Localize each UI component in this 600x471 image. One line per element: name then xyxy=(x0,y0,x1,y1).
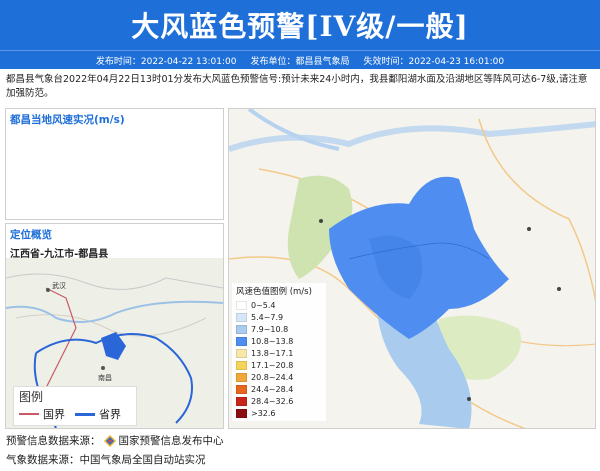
legend-label: 10.8~13.8 xyxy=(251,336,294,346)
legend-swatch xyxy=(236,348,247,358)
legend-label: 7.9~10.8 xyxy=(251,324,289,334)
legend-label: 28.4~32.6 xyxy=(251,396,294,406)
warning-source: 预警信息数据来源： 国家预警信息发布中心 xyxy=(6,433,224,448)
legend-item: 28.4~32.6 xyxy=(236,395,322,407)
legend-swatch xyxy=(236,396,247,406)
legend-swatch xyxy=(236,312,247,322)
legend-swatch xyxy=(236,336,247,346)
boundary-legend: 图例 国界 省界 xyxy=(13,386,137,426)
legend-label: 20.8~24.4 xyxy=(251,372,294,382)
legend-label: >32.6 xyxy=(251,408,276,418)
issue-time: 发布时间：2022-04-22 13:01:00 xyxy=(95,56,237,67)
boundary-legend-title: 图例 xyxy=(19,390,44,404)
title-banner: 大风蓝色预警[IV级/一般] xyxy=(0,0,600,50)
legend-item: 17.1~20.8 xyxy=(236,359,322,371)
national-border-label: 国界 xyxy=(43,408,65,421)
legend-label: 5.4~7.9 xyxy=(251,312,284,322)
warning-description: 都昌县气象台2022年04月22日13时01分发布大风蓝色预警信号:预计未来24… xyxy=(6,74,588,99)
legend-item: 24.4~28.4 xyxy=(236,383,322,395)
city-marker-wuhan xyxy=(46,288,50,292)
legend-item: 20.8~24.4 xyxy=(236,371,322,383)
map-label-wuhan: 武汉 xyxy=(52,281,66,290)
warning-source-value[interactable]: 国家预警信息发布中心 xyxy=(119,433,224,448)
wind-speed-title: 都昌当地风速实况(m/s) xyxy=(10,114,125,126)
legend-item: 5.4~7.9 xyxy=(236,311,322,323)
legend-item: 10.8~13.8 xyxy=(236,335,322,347)
legend-swatch xyxy=(236,408,247,418)
wind-speed-panel: 都昌当地风速实况(m/s) xyxy=(5,108,224,220)
legend-swatch xyxy=(236,360,247,370)
warning-source-label: 预警信息数据来源： xyxy=(6,435,101,447)
province-border-label: 省界 xyxy=(99,408,121,421)
legend-item: 0~5.4 xyxy=(236,299,322,311)
legend-swatch xyxy=(236,384,247,394)
map-label-nanchang: 南昌 xyxy=(98,373,112,382)
weather-source-text: 气象数据来源：中国气象局全国自动站实况 xyxy=(6,454,206,466)
legend-item: 7.9~10.8 xyxy=(236,323,322,335)
province-border-line xyxy=(75,412,95,416)
city-marker-nanchang xyxy=(101,366,105,370)
legend-swatch xyxy=(236,372,247,382)
location-title: 定位概览 xyxy=(10,229,52,241)
legend-title: 风速色值图例 (m/s) xyxy=(236,287,312,297)
legend-item: 13.8~17.1 xyxy=(236,347,322,359)
legend-label: 24.4~28.4 xyxy=(251,384,294,394)
legend-label: 0~5.4 xyxy=(251,300,276,310)
wind-speed-legend: 风速色值图例 (m/s) 0~5.4 5.4~7.9 7.9~10.8 10.8… xyxy=(232,283,326,421)
legend-swatch xyxy=(236,324,247,334)
expire-time: 失效时间：2022-04-23 16:01:00 xyxy=(363,56,505,67)
national-border-line xyxy=(19,413,39,415)
warning-center-logo-icon xyxy=(103,434,116,447)
legend-swatch xyxy=(236,300,247,310)
legend-label: 13.8~17.1 xyxy=(251,348,294,358)
weather-source: 气象数据来源：中国气象局全国自动站实况 xyxy=(6,452,206,467)
page-title: 大风蓝色预警[IV级/一般] xyxy=(131,10,469,43)
boundary-legend-items: 国界 省界 xyxy=(14,406,136,422)
legend-item: >32.6 xyxy=(236,407,322,419)
meta-bar: 发布时间：2022-04-22 13:01:00 发布单位：都昌县气象局 失效时… xyxy=(0,50,600,69)
legend-label: 17.1~20.8 xyxy=(251,360,294,370)
issuer: 发布单位：都昌县气象局 xyxy=(250,56,350,67)
